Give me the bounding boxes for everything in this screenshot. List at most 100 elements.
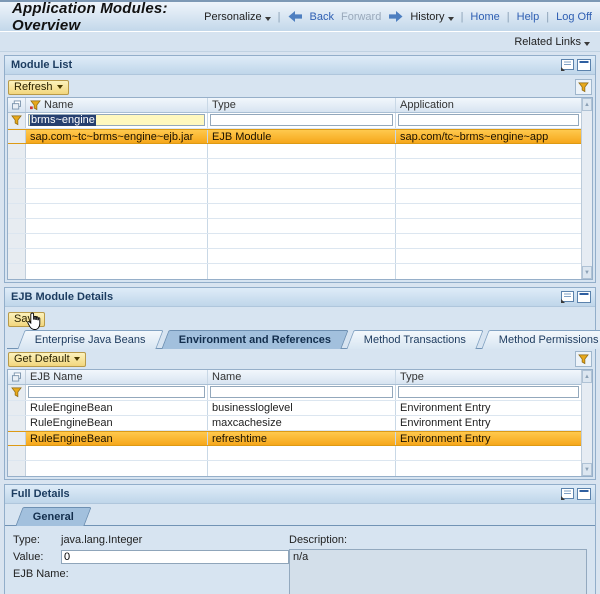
personalize-view-icon[interactable]: [560, 291, 574, 304]
module-list-panel: Module List Refresh: [4, 55, 596, 283]
module-type-cell: EJB Module: [208, 130, 396, 143]
empty-row: [8, 461, 581, 476]
ejb-row-refreshtime-selected[interactable]: RuleEngineBean refreshtime Environment E…: [8, 431, 581, 446]
column-header-type[interactable]: Type: [208, 98, 396, 112]
filter-row-cell[interactable]: [8, 113, 26, 128]
empty-row: [8, 264, 581, 279]
ejb-name-cell: RuleEngineBean: [26, 416, 208, 430]
type-cell: Environment Entry: [396, 416, 581, 430]
ejb-filter-row: [8, 385, 581, 401]
ejb-name-cell: RuleEngineBean: [26, 401, 208, 415]
menu-arrow-icon: [448, 17, 454, 21]
select-all-cell[interactable]: [8, 98, 26, 112]
ejb-row-businessloglevel[interactable]: RuleEngineBean businessloglevel Environm…: [8, 401, 581, 416]
type-cell: Environment Entry: [396, 432, 581, 445]
row-selector-cell[interactable]: [8, 401, 26, 415]
scroll-up-button[interactable]: ▲: [582, 98, 592, 111]
related-links-bar: Related Links: [0, 32, 600, 52]
refresh-button[interactable]: Refresh: [8, 80, 69, 95]
filtered-column-icon: [30, 100, 41, 111]
scroll-up-button[interactable]: ▲: [582, 370, 592, 383]
personalize-view-icon[interactable]: [560, 488, 574, 501]
collapse-panel-icon[interactable]: [577, 59, 591, 72]
application-filter-input[interactable]: [398, 114, 579, 126]
column-header-name[interactable]: Name: [208, 370, 396, 384]
menu-arrow-icon: [584, 42, 590, 46]
name-cell: refreshtime: [208, 432, 396, 445]
module-application-cell: sap.com/tc~brms~engine~app: [396, 130, 581, 143]
module-row-selected[interactable]: sap.com~tc~brms~engine~ejb.jar EJB Modul…: [8, 129, 581, 144]
separator: |: [461, 11, 464, 23]
personalize-menu[interactable]: Personalize: [204, 11, 270, 23]
collapse-panel-icon[interactable]: [577, 291, 591, 304]
module-name-cell: sap.com~tc~brms~engine~ejb.jar: [26, 130, 208, 143]
column-header-type[interactable]: Type: [396, 370, 581, 384]
get-default-button[interactable]: Get Default: [8, 352, 86, 367]
ejb-details-panel: EJB Module Details Save Enterprise Java …: [4, 287, 596, 480]
menu-arrow-icon: [74, 357, 80, 361]
name-filter-cell: brms~engine: [26, 113, 208, 128]
scroll-down-button[interactable]: ▼: [582, 266, 592, 279]
back-link[interactable]: Back: [310, 11, 334, 23]
type-filter-input[interactable]: [398, 386, 579, 398]
column-header-application[interactable]: Application: [396, 98, 581, 112]
scrollbar-track: [582, 111, 592, 266]
tab-method-transactions[interactable]: Method Transactions: [346, 330, 483, 349]
module-list-filter-row: brms~engine: [8, 113, 581, 129]
filter-button[interactable]: [575, 351, 592, 367]
ejb-table-header-row: EJB Name Name Type: [8, 370, 581, 385]
name-cell: maxcachesize: [208, 416, 396, 430]
tab-method-permissions[interactable]: Method Permissions: [481, 330, 600, 349]
tab-enterprise-java-beans[interactable]: Enterprise Java Beans: [17, 330, 163, 349]
tab-general[interactable]: General: [15, 507, 91, 526]
full-details-tabstrip: General: [5, 507, 595, 526]
name-filter-input[interactable]: brms~engine: [28, 114, 205, 126]
save-button[interactable]: Save: [8, 312, 45, 327]
back-arrow-icon[interactable]: [288, 11, 303, 22]
filter-funnel-icon: [578, 354, 589, 365]
history-menu[interactable]: History: [410, 11, 453, 23]
home-link[interactable]: Home: [470, 11, 499, 23]
ejb-name-filter-input[interactable]: [28, 386, 205, 398]
tab-environment-and-references[interactable]: Environment and References: [161, 330, 349, 349]
column-header-name[interactable]: Name: [26, 98, 208, 112]
ejb-env-table: EJB Name Name Type: [7, 369, 593, 477]
related-links-menu[interactable]: Related Links: [514, 36, 590, 48]
ejb-save-toolbar: Save: [7, 309, 593, 329]
filter-funnel-icon: [578, 82, 589, 93]
full-details-panel: Full Details General Type: java.lang.Int…: [4, 484, 596, 594]
type-cell: Environment Entry: [396, 401, 581, 415]
column-header-ejb-name[interactable]: EJB Name: [26, 370, 208, 384]
row-selector-cell[interactable]: [8, 416, 26, 430]
page-title: Application Modules: Overview: [12, 0, 204, 34]
row-selector-cell[interactable]: [8, 432, 26, 445]
ejb-row-maxcachesize[interactable]: RuleEngineBean maxcachesize Environment …: [8, 416, 581, 431]
forward-arrow-icon[interactable]: [388, 11, 403, 22]
module-list-toolbar: Refresh: [7, 77, 593, 97]
full-details-form: Type: java.lang.Integer Value: EJB Name:…: [5, 526, 595, 594]
personalize-view-icon[interactable]: [560, 59, 574, 72]
filter-row-cell[interactable]: [8, 385, 26, 400]
type-value: java.lang.Integer: [61, 534, 142, 546]
name-filter-input[interactable]: [210, 386, 393, 398]
ejb-name-cell: RuleEngineBean: [26, 432, 208, 445]
help-link[interactable]: Help: [517, 11, 540, 23]
ejb-name-label: EJB Name:: [13, 568, 53, 580]
module-list-title: Module List: [11, 59, 72, 71]
select-all-cell[interactable]: [8, 370, 26, 384]
rows-stack-icon: [12, 372, 21, 382]
type-filter-input[interactable]: [210, 114, 393, 126]
module-list-header-row: Name Type Application: [8, 98, 581, 113]
filter-button[interactable]: [575, 79, 592, 95]
ejb-details-tabstrip: Enterprise Java Beans Environment and Re…: [7, 330, 593, 349]
scroll-down-button[interactable]: ▼: [582, 463, 592, 476]
row-selector-cell[interactable]: [8, 130, 26, 143]
value-input[interactable]: [61, 550, 289, 564]
empty-row: [8, 174, 581, 189]
filter-funnel-icon: [11, 387, 22, 398]
application-filter-cell: [396, 113, 581, 128]
collapse-panel-icon[interactable]: [577, 488, 591, 501]
log-off-link[interactable]: Log Off: [556, 11, 592, 23]
ejb-table-toolbar: Get Default: [7, 349, 593, 369]
type-filter-cell: [208, 113, 396, 128]
